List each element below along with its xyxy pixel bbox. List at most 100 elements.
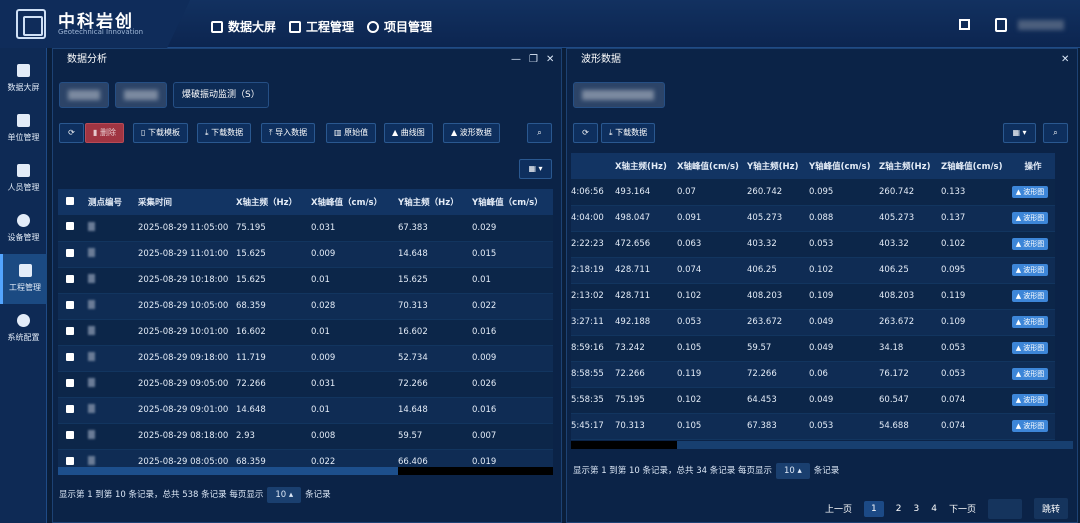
waveform-data-button[interactable]: ▲ 波形数据	[443, 123, 500, 143]
column-header[interactable]: Z轴主频(Hz)	[873, 153, 935, 179]
refresh-button[interactable]: ⟳	[59, 123, 84, 143]
column-header[interactable]: Y轴峰值（cm/s）	[466, 189, 553, 215]
table-row[interactable]: 3:27:11 492.188 0.053 263.672 0.049 263.672 0.…	[571, 309, 1055, 336]
table-row[interactable]: 2025-08-29 09:01:00 14.648 0.01 14.648 0.016	[58, 397, 553, 424]
column-header[interactable]: X轴主频(Hz)	[609, 153, 671, 179]
waveform-chart-button[interactable]: ▲ 波形图	[1011, 342, 1049, 354]
row-select-cell[interactable]	[58, 423, 82, 450]
download-data-button[interactable]: ⤓ 下载数据	[601, 123, 656, 143]
table-row[interactable]: 2025-08-29 11:01:00 15.625 0.009 14.648 0.01…	[58, 241, 553, 268]
table-row[interactable]: 4:04:00 498.047 0.091 405.273 0.088 405.273 0.…	[571, 205, 1055, 232]
table-row[interactable]: 5:58:35 75.195 0.102 64.453 0.049 60.547 0.074…	[571, 387, 1055, 414]
column-header[interactable]: Y轴峰值(cm/s)	[803, 153, 873, 179]
row-checkbox[interactable]	[66, 430, 74, 439]
row-checkbox[interactable]	[66, 274, 74, 283]
left-h-scrollbar[interactable]	[58, 467, 553, 475]
table-row[interactable]: 8:59:16 73.242 0.105 59.57 0.049 34.18 0.053 ▲ …	[571, 335, 1055, 362]
column-toggle-button[interactable]: ▦ ▾	[1003, 123, 1036, 143]
row-select-cell[interactable]	[58, 319, 82, 346]
nav-project[interactable]: 项目管理	[367, 18, 432, 35]
download-data-button[interactable]: ⤓ 下载数据	[197, 123, 252, 143]
jump-button[interactable]: 跳转	[1033, 498, 1068, 519]
column-header[interactable]: Y轴主频(Hz)	[741, 153, 803, 179]
user-name-redacted[interactable]	[1018, 20, 1064, 30]
column-header[interactable]: 采集时间	[132, 189, 230, 215]
restore-icon[interactable]: ❐	[529, 49, 538, 71]
page-1-button[interactable]: 1	[864, 500, 884, 517]
column-header[interactable]: X轴峰值(cm/s)	[671, 153, 741, 179]
waveform-chart-button[interactable]: ▲ 波形图	[1011, 238, 1049, 250]
nav-engineering[interactable]: 工程管理	[289, 18, 354, 35]
jump-page-input[interactable]	[987, 498, 1022, 519]
minimize-icon[interactable]: —	[511, 49, 521, 71]
row-checkbox[interactable]	[66, 248, 74, 257]
select-all-cell[interactable]	[58, 189, 82, 215]
table-row[interactable]: 4:06:56 493.164 0.07 260.742 0.095 260.742 0.1…	[571, 179, 1055, 206]
row-select-cell[interactable]	[58, 345, 82, 372]
sidebar-item-personnel[interactable]: 人员管理	[0, 154, 47, 204]
table-row[interactable]: 2025-08-29 09:18:00 11.719 0.009 52.734 0.00…	[58, 345, 553, 372]
table-row[interactable]: 2025-08-29 10:18:00 15.625 0.01 15.625 0.01	[58, 267, 553, 294]
row-checkbox[interactable]	[66, 326, 74, 335]
row-select-cell[interactable]	[58, 293, 82, 320]
table-row[interactable]: 2025-08-29 10:01:00 16.602 0.01 16.602 0.016	[58, 319, 553, 346]
table-row[interactable]: 5:45:17 70.313 0.105 67.383 0.053 54.688 0.074…	[571, 413, 1055, 440]
right-h-scrollbar[interactable]	[571, 441, 1073, 449]
delete-button[interactable]: ▮ 删除	[85, 123, 124, 143]
tab-redacted-2[interactable]	[115, 82, 167, 108]
table-row[interactable]: 2025-08-29 11:05:00 75.195 0.031 67.383 0.02…	[58, 215, 553, 242]
row-checkbox[interactable]	[66, 378, 74, 387]
sidebar-item-units[interactable]: 单位管理	[0, 104, 47, 154]
close-icon[interactable]: ✕	[546, 49, 554, 71]
raw-value-button[interactable]: ▥ 原始值	[326, 123, 377, 143]
page-size-select[interactable]: 10 ▴	[775, 463, 810, 479]
row-checkbox[interactable]	[66, 222, 74, 231]
waveform-chart-button[interactable]: ▲ 波形图	[1011, 290, 1049, 302]
column-header[interactable]: X轴峰值（cm/s）	[305, 189, 392, 215]
table-row[interactable]: 2025-08-29 10:05:00 68.359 0.028 70.313 0.02…	[58, 293, 553, 320]
column-header[interactable]: Z轴峰值(cm/s)	[935, 153, 1005, 179]
row-checkbox[interactable]	[66, 456, 74, 465]
user-icon[interactable]	[995, 18, 1007, 32]
column-toggle-button[interactable]: ▦ ▾	[519, 159, 552, 179]
row-select-cell[interactable]	[58, 397, 82, 424]
table-row[interactable]: 2025-08-29 08:05:00 68.359 0.022 66.406 0.01…	[58, 449, 553, 467]
row-checkbox[interactable]	[66, 352, 74, 361]
waveform-chart-button[interactable]: ▲ 波形图	[1011, 420, 1049, 432]
scroll-thumb[interactable]	[677, 441, 1073, 449]
waveform-chart-button[interactable]: ▲ 波形图	[1011, 368, 1049, 380]
tab-redacted-1[interactable]	[59, 82, 109, 108]
fullscreen-icon[interactable]	[959, 19, 970, 30]
row-select-cell[interactable]	[58, 267, 82, 294]
row-select-cell[interactable]	[58, 241, 82, 268]
row-select-cell[interactable]	[58, 371, 82, 398]
sidebar-item-config[interactable]: 系统配置	[0, 304, 47, 354]
table-row[interactable]: 8:58:55 72.266 0.119 72.266 0.06 76.172 0.053 ▲…	[571, 361, 1055, 388]
table-row[interactable]: 2025-08-29 09:05:00 72.266 0.031 72.266 0.02…	[58, 371, 553, 398]
column-header[interactable]	[571, 153, 609, 179]
column-header[interactable]: 操作	[1005, 153, 1055, 179]
sidebar-item-devices[interactable]: 设备管理	[0, 204, 47, 254]
column-header[interactable]: Y轴主频（Hz）	[392, 189, 466, 215]
page-size-select[interactable]: 10 ▴	[267, 487, 302, 503]
device-tab-redacted[interactable]	[573, 82, 665, 108]
refresh-button[interactable]: ⟳	[573, 123, 598, 143]
curve-chart-button[interactable]: ▲ 曲线图	[384, 123, 433, 143]
import-data-button[interactable]: ⤒ 导入数据	[261, 123, 316, 143]
row-checkbox[interactable]	[66, 404, 74, 413]
search-button[interactable]: ⌕	[527, 123, 552, 143]
nav-data-screen[interactable]: 数据大屏	[211, 18, 276, 35]
table-row[interactable]: 2:13:02 428.711 0.102 408.203 0.109 408.203 0.…	[571, 283, 1055, 310]
column-header[interactable]: 测点编号	[82, 189, 132, 215]
row-select-cell[interactable]	[58, 215, 82, 242]
search-button[interactable]: ⌕	[1043, 123, 1068, 143]
table-row[interactable]: 2:22:23 472.656 0.063 403.32 0.053 403.32 0.10…	[571, 231, 1055, 258]
waveform-chart-button[interactable]: ▲ 波形图	[1011, 264, 1049, 276]
table-row[interactable]: 2025-08-29 08:18:00 2.93 0.008 59.57 0.007	[58, 423, 553, 450]
scroll-thumb[interactable]	[58, 467, 398, 475]
row-checkbox[interactable]	[66, 300, 74, 309]
page-2-button[interactable]: 2	[896, 504, 902, 514]
table-row[interactable]: 2:18:19 428.711 0.074 406.25 0.102 406.25 0.09…	[571, 257, 1055, 284]
row-select-cell[interactable]	[58, 449, 82, 467]
waveform-chart-button[interactable]: ▲ 波形图	[1011, 212, 1049, 224]
